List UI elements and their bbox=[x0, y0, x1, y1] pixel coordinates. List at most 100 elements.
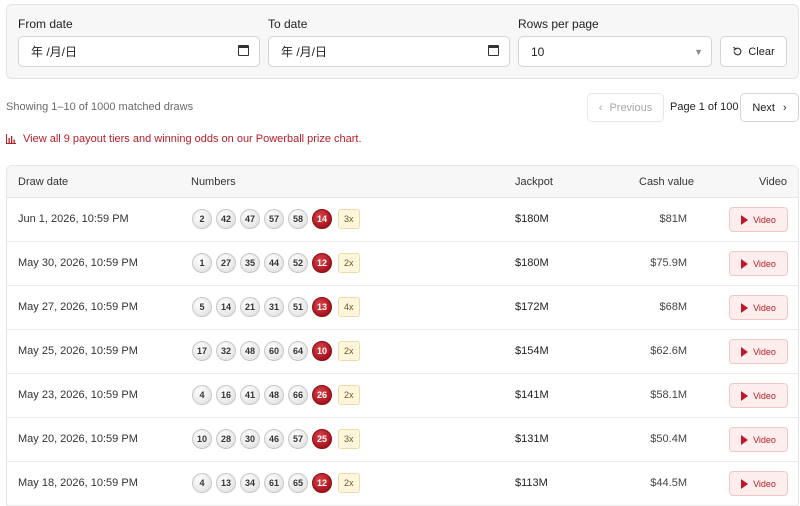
white-ball: 16 bbox=[216, 385, 236, 405]
clear-button[interactable]: Clear bbox=[720, 36, 787, 67]
white-ball: 17 bbox=[192, 341, 212, 361]
video-label: Video bbox=[753, 346, 776, 357]
white-ball: 60 bbox=[264, 341, 284, 361]
video-label: Video bbox=[753, 390, 776, 401]
to-date-value: 年 /月/日 bbox=[281, 45, 328, 59]
white-ball: 30 bbox=[240, 429, 260, 449]
multiplier-badge: 2x bbox=[338, 385, 360, 405]
play-icon bbox=[741, 302, 749, 313]
previous-button[interactable]: ‹ Previous bbox=[587, 93, 664, 122]
draw-date: May 20, 2026, 10:59 PM bbox=[18, 433, 138, 445]
reset-icon bbox=[733, 46, 742, 56]
multiplier-badge: 2x bbox=[338, 253, 360, 273]
cash-value: $75.9M bbox=[650, 257, 687, 269]
white-ball: 14 bbox=[216, 297, 236, 317]
next-button[interactable]: Next › bbox=[740, 93, 799, 122]
table-row: Jun 1, 2026, 10:59 PM 2 42 47 57 58 14 3x $180M $… bbox=[7, 198, 798, 242]
video-label: Video bbox=[753, 434, 776, 445]
play-icon bbox=[741, 434, 749, 445]
powerball: 10 bbox=[312, 341, 332, 361]
white-ball: 27 bbox=[216, 253, 236, 273]
header-draw-date: Draw date bbox=[18, 176, 69, 188]
white-ball: 44 bbox=[264, 253, 284, 273]
winning-numbers: 1 27 35 44 52 12 2x bbox=[192, 253, 360, 273]
cash-value: $44.5M bbox=[650, 477, 687, 489]
white-ball: 35 bbox=[240, 253, 260, 273]
play-icon bbox=[741, 478, 749, 489]
video-button[interactable]: Video bbox=[729, 383, 788, 408]
video-button[interactable]: Video bbox=[729, 339, 788, 364]
from-date-input[interactable]: 年 /月/日 bbox=[18, 36, 260, 67]
video-button[interactable]: Video bbox=[729, 251, 788, 276]
draw-date: Jun 1, 2026, 10:59 PM bbox=[18, 213, 129, 225]
table-row: May 25, 2026, 10:59 PM 17 32 48 60 64 10 2x $154… bbox=[7, 330, 798, 374]
cash-value: $62.6M bbox=[650, 345, 687, 357]
white-ball: 31 bbox=[264, 297, 284, 317]
header-numbers: Numbers bbox=[191, 176, 236, 188]
multiplier-badge: 3x bbox=[338, 429, 360, 449]
header-cash-value: Cash value bbox=[639, 176, 695, 188]
prize-chart-link[interactable]: View all 9 payout tiers and winning odds… bbox=[6, 133, 362, 145]
white-ball: 13 bbox=[216, 473, 236, 493]
video-button[interactable]: Video bbox=[729, 207, 788, 232]
white-ball: 58 bbox=[288, 209, 308, 229]
chevron-right-icon: › bbox=[782, 101, 787, 114]
video-button[interactable]: Video bbox=[729, 427, 788, 452]
prize-chart-link-text: View all 9 payout tiers and winning odds… bbox=[23, 133, 362, 145]
cash-value: $58.1M bbox=[650, 389, 687, 401]
rows-per-page-select[interactable]: 10 ▼ bbox=[518, 36, 712, 67]
white-ball: 52 bbox=[288, 253, 308, 273]
chevron-left-icon: ‹ bbox=[598, 101, 603, 114]
powerball: 12 bbox=[312, 473, 332, 493]
white-ball: 41 bbox=[240, 385, 260, 405]
powerball: 12 bbox=[312, 253, 332, 273]
winning-numbers: 4 13 34 61 65 12 2x bbox=[192, 473, 360, 493]
white-ball: 1 bbox=[192, 253, 212, 273]
white-ball: 65 bbox=[288, 473, 308, 493]
white-ball: 57 bbox=[264, 209, 284, 229]
white-ball: 64 bbox=[288, 341, 308, 361]
winning-numbers: 4 16 41 48 66 26 2x bbox=[192, 385, 360, 405]
white-ball: 51 bbox=[288, 297, 308, 317]
play-icon bbox=[741, 258, 749, 269]
video-label: Video bbox=[753, 478, 776, 489]
table-row: May 23, 2026, 10:59 PM 4 16 41 48 66 26 2x $141M… bbox=[7, 374, 798, 418]
table-row: May 18, 2026, 10:59 PM 4 13 34 61 65 12 2x $113M… bbox=[7, 462, 798, 506]
multiplier-badge: 2x bbox=[338, 341, 360, 361]
white-ball: 2 bbox=[192, 209, 212, 229]
multiplier-badge: 4x bbox=[338, 297, 360, 317]
cash-value: $81M bbox=[659, 213, 687, 225]
jackpot-value: $131M bbox=[515, 433, 549, 445]
winning-numbers: 5 14 21 31 51 13 4x bbox=[192, 297, 360, 317]
table-header: Draw date Numbers Jackpot Cash value Vid… bbox=[7, 166, 798, 198]
winning-numbers: 10 28 30 46 57 25 3x bbox=[192, 429, 360, 449]
table-body: Jun 1, 2026, 10:59 PM 2 42 47 57 58 14 3x $180M $… bbox=[7, 198, 798, 506]
video-button[interactable]: Video bbox=[729, 295, 788, 320]
draw-date: May 23, 2026, 10:59 PM bbox=[18, 389, 138, 401]
draws-table: Draw date Numbers Jackpot Cash value Vid… bbox=[6, 165, 799, 506]
play-icon bbox=[741, 390, 749, 401]
white-ball: 10 bbox=[192, 429, 212, 449]
to-date-label: To date bbox=[268, 17, 308, 31]
previous-label: Previous bbox=[609, 101, 653, 114]
rows-per-page-label: Rows per page bbox=[518, 17, 599, 31]
white-ball: 47 bbox=[240, 209, 260, 229]
white-ball: 66 bbox=[288, 385, 308, 405]
table-row: May 30, 2026, 10:59 PM 1 27 35 44 52 12 2x $180M… bbox=[7, 242, 798, 286]
white-ball: 4 bbox=[192, 473, 212, 493]
white-ball: 48 bbox=[240, 341, 260, 361]
to-date-input[interactable]: 年 /月/日 bbox=[268, 36, 510, 67]
play-icon bbox=[741, 346, 749, 357]
multiplier-badge: 3x bbox=[338, 209, 360, 229]
calendar-icon[interactable] bbox=[238, 45, 249, 56]
page-indicator: Page 1 of 100 bbox=[670, 101, 739, 113]
rows-per-page-value: 10 bbox=[531, 44, 545, 59]
video-button[interactable]: Video bbox=[729, 471, 788, 496]
cash-value: $50.4M bbox=[650, 433, 687, 445]
from-date-value: 年 /月/日 bbox=[31, 45, 78, 59]
calendar-icon[interactable] bbox=[488, 45, 499, 56]
video-label: Video bbox=[753, 258, 776, 269]
draw-date: May 30, 2026, 10:59 PM bbox=[18, 257, 138, 269]
results-count: Showing 1–10 of 1000 matched draws bbox=[6, 101, 194, 113]
jackpot-value: $141M bbox=[515, 389, 549, 401]
